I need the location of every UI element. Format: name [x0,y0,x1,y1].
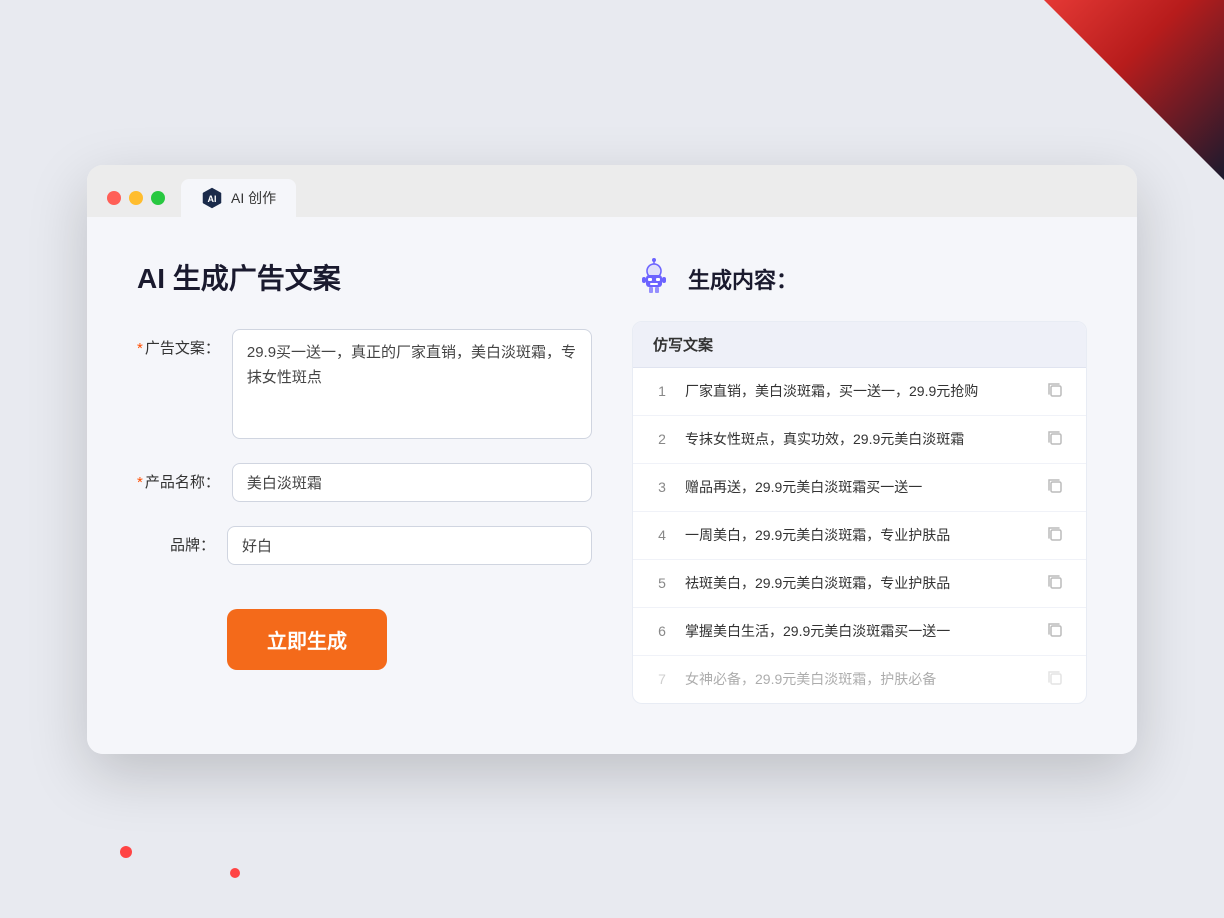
copy-icon[interactable] [1046,525,1066,545]
result-number: 7 [653,671,671,687]
ad-copy-input[interactable]: 29.9买一送一，真正的厂家直销，美白淡斑霜，专抹女性斑点 [232,329,592,439]
required-star2: * [137,474,143,491]
results-column-header: 仿写文案 [633,322,1086,368]
traffic-lights [107,191,165,205]
product-name-input[interactable] [232,463,592,502]
decorative-dot2 [230,868,240,878]
ai-tab-icon: AI [201,187,223,209]
result-number: 2 [653,431,671,447]
copy-icon[interactable] [1046,381,1066,401]
result-text: 一周美白，29.9元美白淡斑霜，专业护肤品 [685,525,1032,546]
browser-window: AI AI 创作 AI 生成广告文案 *广告文案： 29.9买一送一，真正的厂家… [87,165,1137,754]
result-text: 掌握美白生活，29.9元美白淡斑霜买一送一 [685,621,1032,642]
result-text: 女神必备，29.9元美白淡斑霜，护肤必备 [685,669,1032,690]
table-row: 6 掌握美白生活，29.9元美白淡斑霜买一送一 [633,608,1086,656]
result-number: 1 [653,383,671,399]
form-row-product: *产品名称： [137,463,592,502]
result-text: 厂家直销，美白淡斑霜，买一送一，29.9元抢购 [685,381,1032,402]
copy-icon[interactable] [1046,477,1066,497]
result-number: 5 [653,575,671,591]
table-row: 1 厂家直销，美白淡斑霜，买一送一，29.9元抢购 [633,368,1086,416]
table-row: 7 女神必备，29.9元美白淡斑霜，护肤必备 [633,656,1086,703]
results-list: 1 厂家直销，美白淡斑霜，买一送一，29.9元抢购 2 专抹女性斑点，真实功效，… [633,368,1086,703]
minimize-button[interactable] [129,191,143,205]
table-row: 4 一周美白，29.9元美白淡斑霜，专业护肤品 [633,512,1086,560]
left-panel: AI 生成广告文案 *广告文案： 29.9买一送一，真正的厂家直销，美白淡斑霜，… [137,257,592,704]
copy-icon[interactable] [1046,573,1066,593]
copy-icon[interactable] [1046,429,1066,449]
brand-label: 品牌： [137,526,227,555]
required-star: * [137,340,143,357]
results-table: 仿写文案 1 厂家直销，美白淡斑霜，买一送一，29.9元抢购 2 专抹女性斑点，… [632,321,1087,704]
maximize-button[interactable] [151,191,165,205]
robot-icon [632,257,676,301]
browser-chrome: AI AI 创作 [87,165,1137,217]
right-panel: 生成内容： 仿写文案 1 厂家直销，美白淡斑霜，买一送一，29.9元抢购 2 专… [632,257,1087,704]
copy-icon[interactable] [1046,669,1066,689]
copy-icon[interactable] [1046,621,1066,641]
product-label: *产品名称： [137,463,232,492]
result-number: 4 [653,527,671,543]
right-panel-title: 生成内容： [688,263,798,295]
svg-text:AI: AI [208,194,217,204]
table-row: 5 祛斑美白，29.9元美白淡斑霜，专业护肤品 [633,560,1086,608]
decorative-corner [1044,0,1224,180]
result-text: 祛斑美白，29.9元美白淡斑霜，专业护肤品 [685,573,1032,594]
close-button[interactable] [107,191,121,205]
tab-ai-creation[interactable]: AI AI 创作 [181,179,296,217]
table-row: 2 专抹女性斑点，真实功效，29.9元美白淡斑霜 [633,416,1086,464]
result-number: 3 [653,479,671,495]
form-row-brand: 品牌： [137,526,592,565]
decorative-dot1 [120,846,132,858]
generate-button[interactable]: 立即生成 [227,609,387,670]
result-number: 6 [653,623,671,639]
page-title: AI 生成广告文案 [137,257,592,297]
tab-label: AI 创作 [231,188,276,208]
result-text: 专抹女性斑点，真实功效，29.9元美白淡斑霜 [685,429,1032,450]
form-row-ad-copy: *广告文案： 29.9买一送一，真正的厂家直销，美白淡斑霜，专抹女性斑点 [137,329,592,439]
browser-content: AI 生成广告文案 *广告文案： 29.9买一送一，真正的厂家直销，美白淡斑霜，… [87,217,1137,754]
right-header: 生成内容： [632,257,1087,301]
ad-copy-label: *广告文案： [137,329,232,358]
brand-input[interactable] [227,526,592,565]
result-text: 赠品再送，29.9元美白淡斑霜买一送一 [685,477,1032,498]
table-row: 3 赠品再送，29.9元美白淡斑霜买一送一 [633,464,1086,512]
